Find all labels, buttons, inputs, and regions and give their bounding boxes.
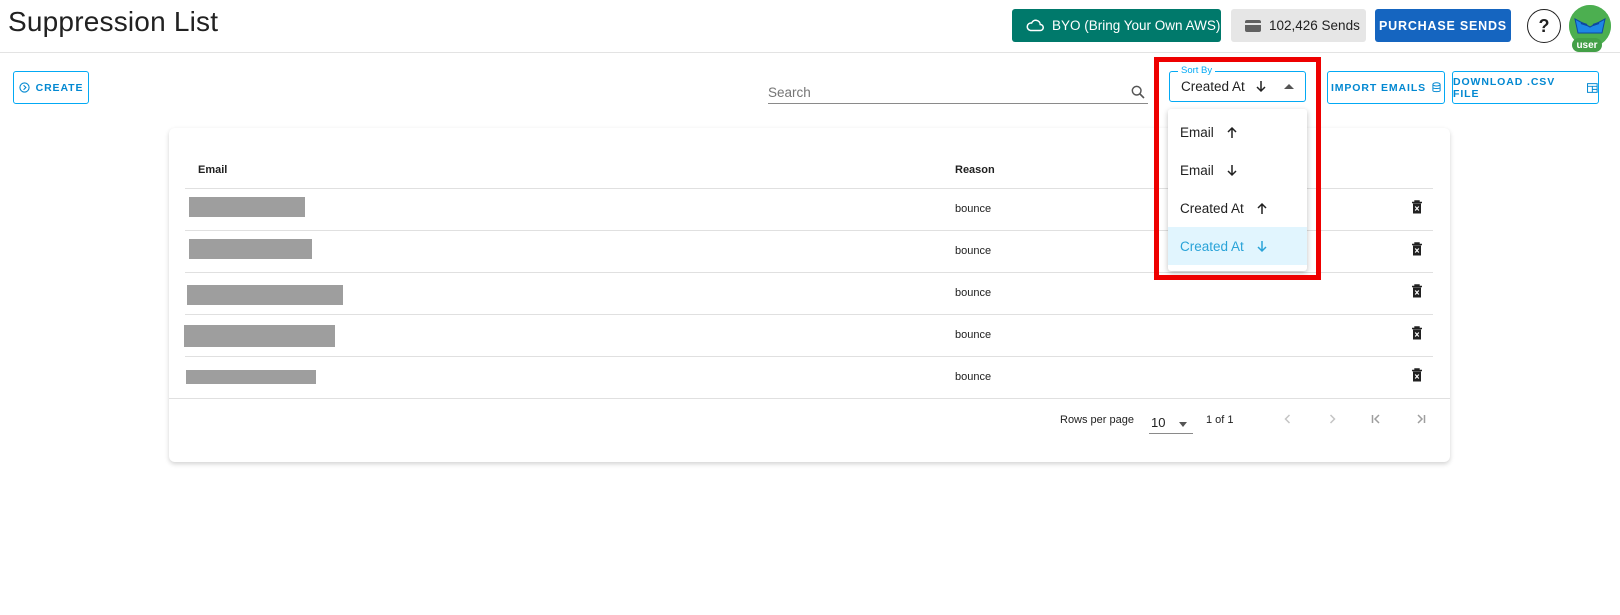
redacted-email [189,197,305,217]
byo-aws-button[interactable]: BYO (Bring Your Own AWS) [1012,9,1221,42]
rows-per-page-label: Rows per page [1060,414,1134,426]
credit-card-icon [1245,19,1261,32]
byo-aws-label: BYO (Bring Your Own AWS) [1052,18,1221,33]
table-icon [1587,82,1598,93]
help-button[interactable]: ? [1527,9,1561,43]
first-page-icon[interactable] [1369,412,1383,426]
rows-per-page-select[interactable]: 10 [1149,412,1193,434]
download-csv-button[interactable]: DOWNLOAD .CSV FILE [1452,71,1599,104]
search-field[interactable] [768,82,1148,104]
chevron-right-icon[interactable] [1325,412,1339,426]
reason-cell: bounce [955,287,992,299]
page-range: 1 of 1 [1206,414,1234,426]
user-role-badge: user [1572,38,1602,52]
redacted-email [189,239,312,259]
cloud-icon [1026,19,1044,31]
table-row[interactable]: bounce [184,315,1433,357]
footer-divider [169,398,1450,399]
import-emails-button[interactable]: IMPORT EMAILS [1327,71,1445,104]
purchase-sends-button[interactable]: PURCHASE SENDS [1375,9,1511,42]
chevron-left-icon[interactable] [1281,412,1295,426]
pagination-bar: Rows per page 10 1 of 1 [169,400,1450,440]
reason-cell: bounce [955,203,992,215]
column-header-email[interactable]: Email [198,164,227,176]
add-circle-icon [18,82,30,93]
redacted-email [187,285,343,305]
app-header: Suppression List BYO (Bring Your Own AWS… [0,0,1620,53]
table-row[interactable]: bounce [185,357,1433,399]
search-icon [1131,85,1145,99]
redacted-email [184,325,335,347]
delete-icon[interactable] [1411,326,1423,340]
reason-cell: bounce [955,371,992,383]
highlight-annotation-box [1154,57,1321,280]
page-title: Suppression List [8,6,219,37]
delete-icon[interactable] [1411,368,1423,382]
database-icon [1432,82,1441,93]
user-avatar[interactable]: user [1569,5,1611,52]
rows-per-page-value: 10 [1151,415,1166,430]
search-input[interactable] [768,82,1118,102]
redacted-email [186,370,316,384]
delete-icon[interactable] [1411,242,1423,256]
reason-cell: bounce [955,329,992,341]
delete-icon[interactable] [1411,200,1423,214]
last-page-icon[interactable] [1414,412,1428,426]
download-csv-label: DOWNLOAD .CSV FILE [1453,75,1556,100]
reason-cell: bounce [955,245,992,257]
import-emails-label: IMPORT EMAILS [1330,81,1427,94]
delete-icon[interactable] [1411,284,1423,298]
column-header-reason[interactable]: Reason [955,164,995,176]
caret-down-icon [1179,422,1187,427]
create-label: CREATE [35,81,84,94]
sends-balance-label: 102,426 Sends [1269,18,1360,33]
sends-balance-button[interactable]: 102,426 Sends [1231,9,1366,42]
create-button[interactable]: CREATE [13,71,89,104]
